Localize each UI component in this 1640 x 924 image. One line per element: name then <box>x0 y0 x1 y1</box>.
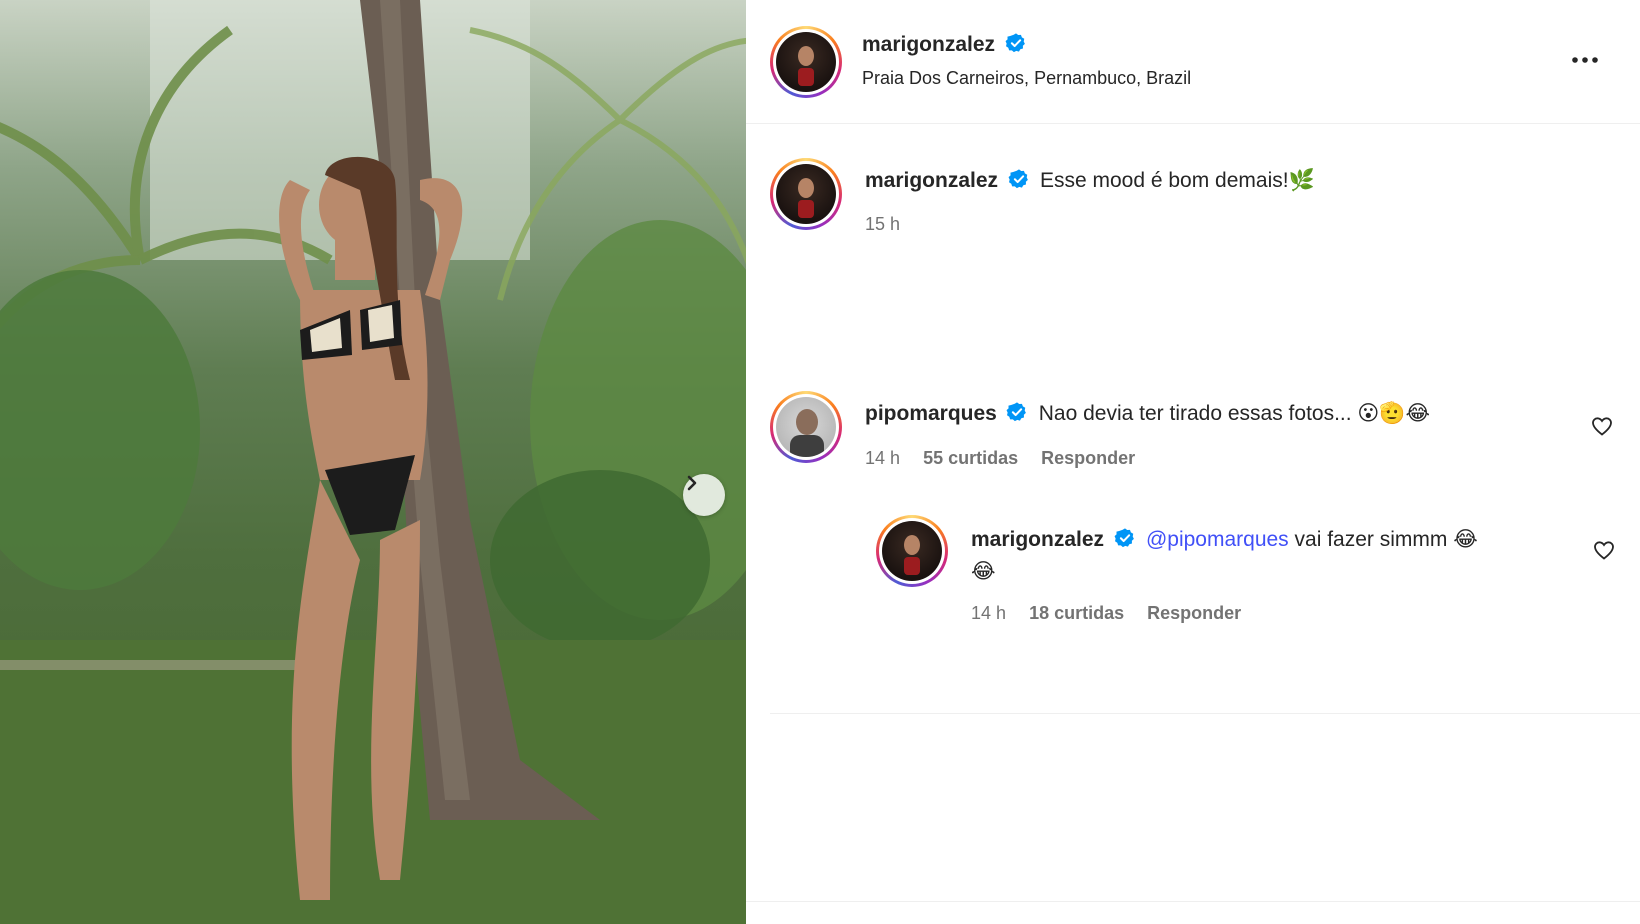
verified-badge-icon <box>1006 402 1027 422</box>
reply-button[interactable]: Responder <box>1147 603 1241 623</box>
reply-text: vai fazer simmm 😂 <box>1288 528 1478 551</box>
chevron-right-icon <box>687 475 697 491</box>
post-author-username[interactable]: marigonzalez <box>862 33 995 56</box>
avatar[interactable] <box>876 515 948 587</box>
reply-likes[interactable]: 18 curtidas <box>1029 603 1124 623</box>
avatar[interactable] <box>770 158 842 230</box>
section-divider <box>770 713 1640 714</box>
comment-text: Nao devia ter tirado essas fotos... 😮🫡😂 <box>1038 402 1431 425</box>
comment-likes[interactable]: 55 curtidas <box>923 448 1018 468</box>
caption-time[interactable]: 15 h <box>865 214 900 234</box>
post-location[interactable]: Praia Dos Carneiros, Pernambuco, Brazil <box>862 68 1191 89</box>
reply-author-username[interactable]: marigonzalez <box>971 528 1104 551</box>
verified-badge-icon <box>1005 33 1025 53</box>
post-header: marigonzalez Praia Dos Carneiros, Pernam… <box>746 0 1640 124</box>
next-photo-button[interactable] <box>683 474 725 516</box>
post-details-panel: marigonzalez Praia Dos Carneiros, Pernam… <box>746 0 1640 924</box>
comment-author-username[interactable]: pipomarques <box>865 402 997 425</box>
reply-text-line2: 😂 <box>971 560 996 583</box>
verified-badge-icon <box>1008 169 1028 189</box>
heart-icon[interactable] <box>1592 538 1616 562</box>
heart-icon[interactable] <box>1590 414 1614 438</box>
section-divider <box>746 901 1640 902</box>
photo-illustration <box>0 0 746 924</box>
post-photo[interactable] <box>0 0 746 924</box>
caption-text: Esse mood é bom demais!🌿 <box>1039 169 1315 192</box>
avatar[interactable] <box>770 391 842 463</box>
caption-author-username[interactable]: marigonzalez <box>865 169 998 192</box>
reply-button[interactable]: Responder <box>1041 448 1135 468</box>
mention-link[interactable]: @pipomarques <box>1146 528 1289 551</box>
reply-time[interactable]: 14 h <box>971 603 1006 623</box>
comment-time[interactable]: 14 h <box>865 448 900 468</box>
verified-badge-icon <box>1114 528 1134 548</box>
more-options-icon[interactable] <box>1570 48 1600 72</box>
avatar[interactable] <box>770 26 842 98</box>
